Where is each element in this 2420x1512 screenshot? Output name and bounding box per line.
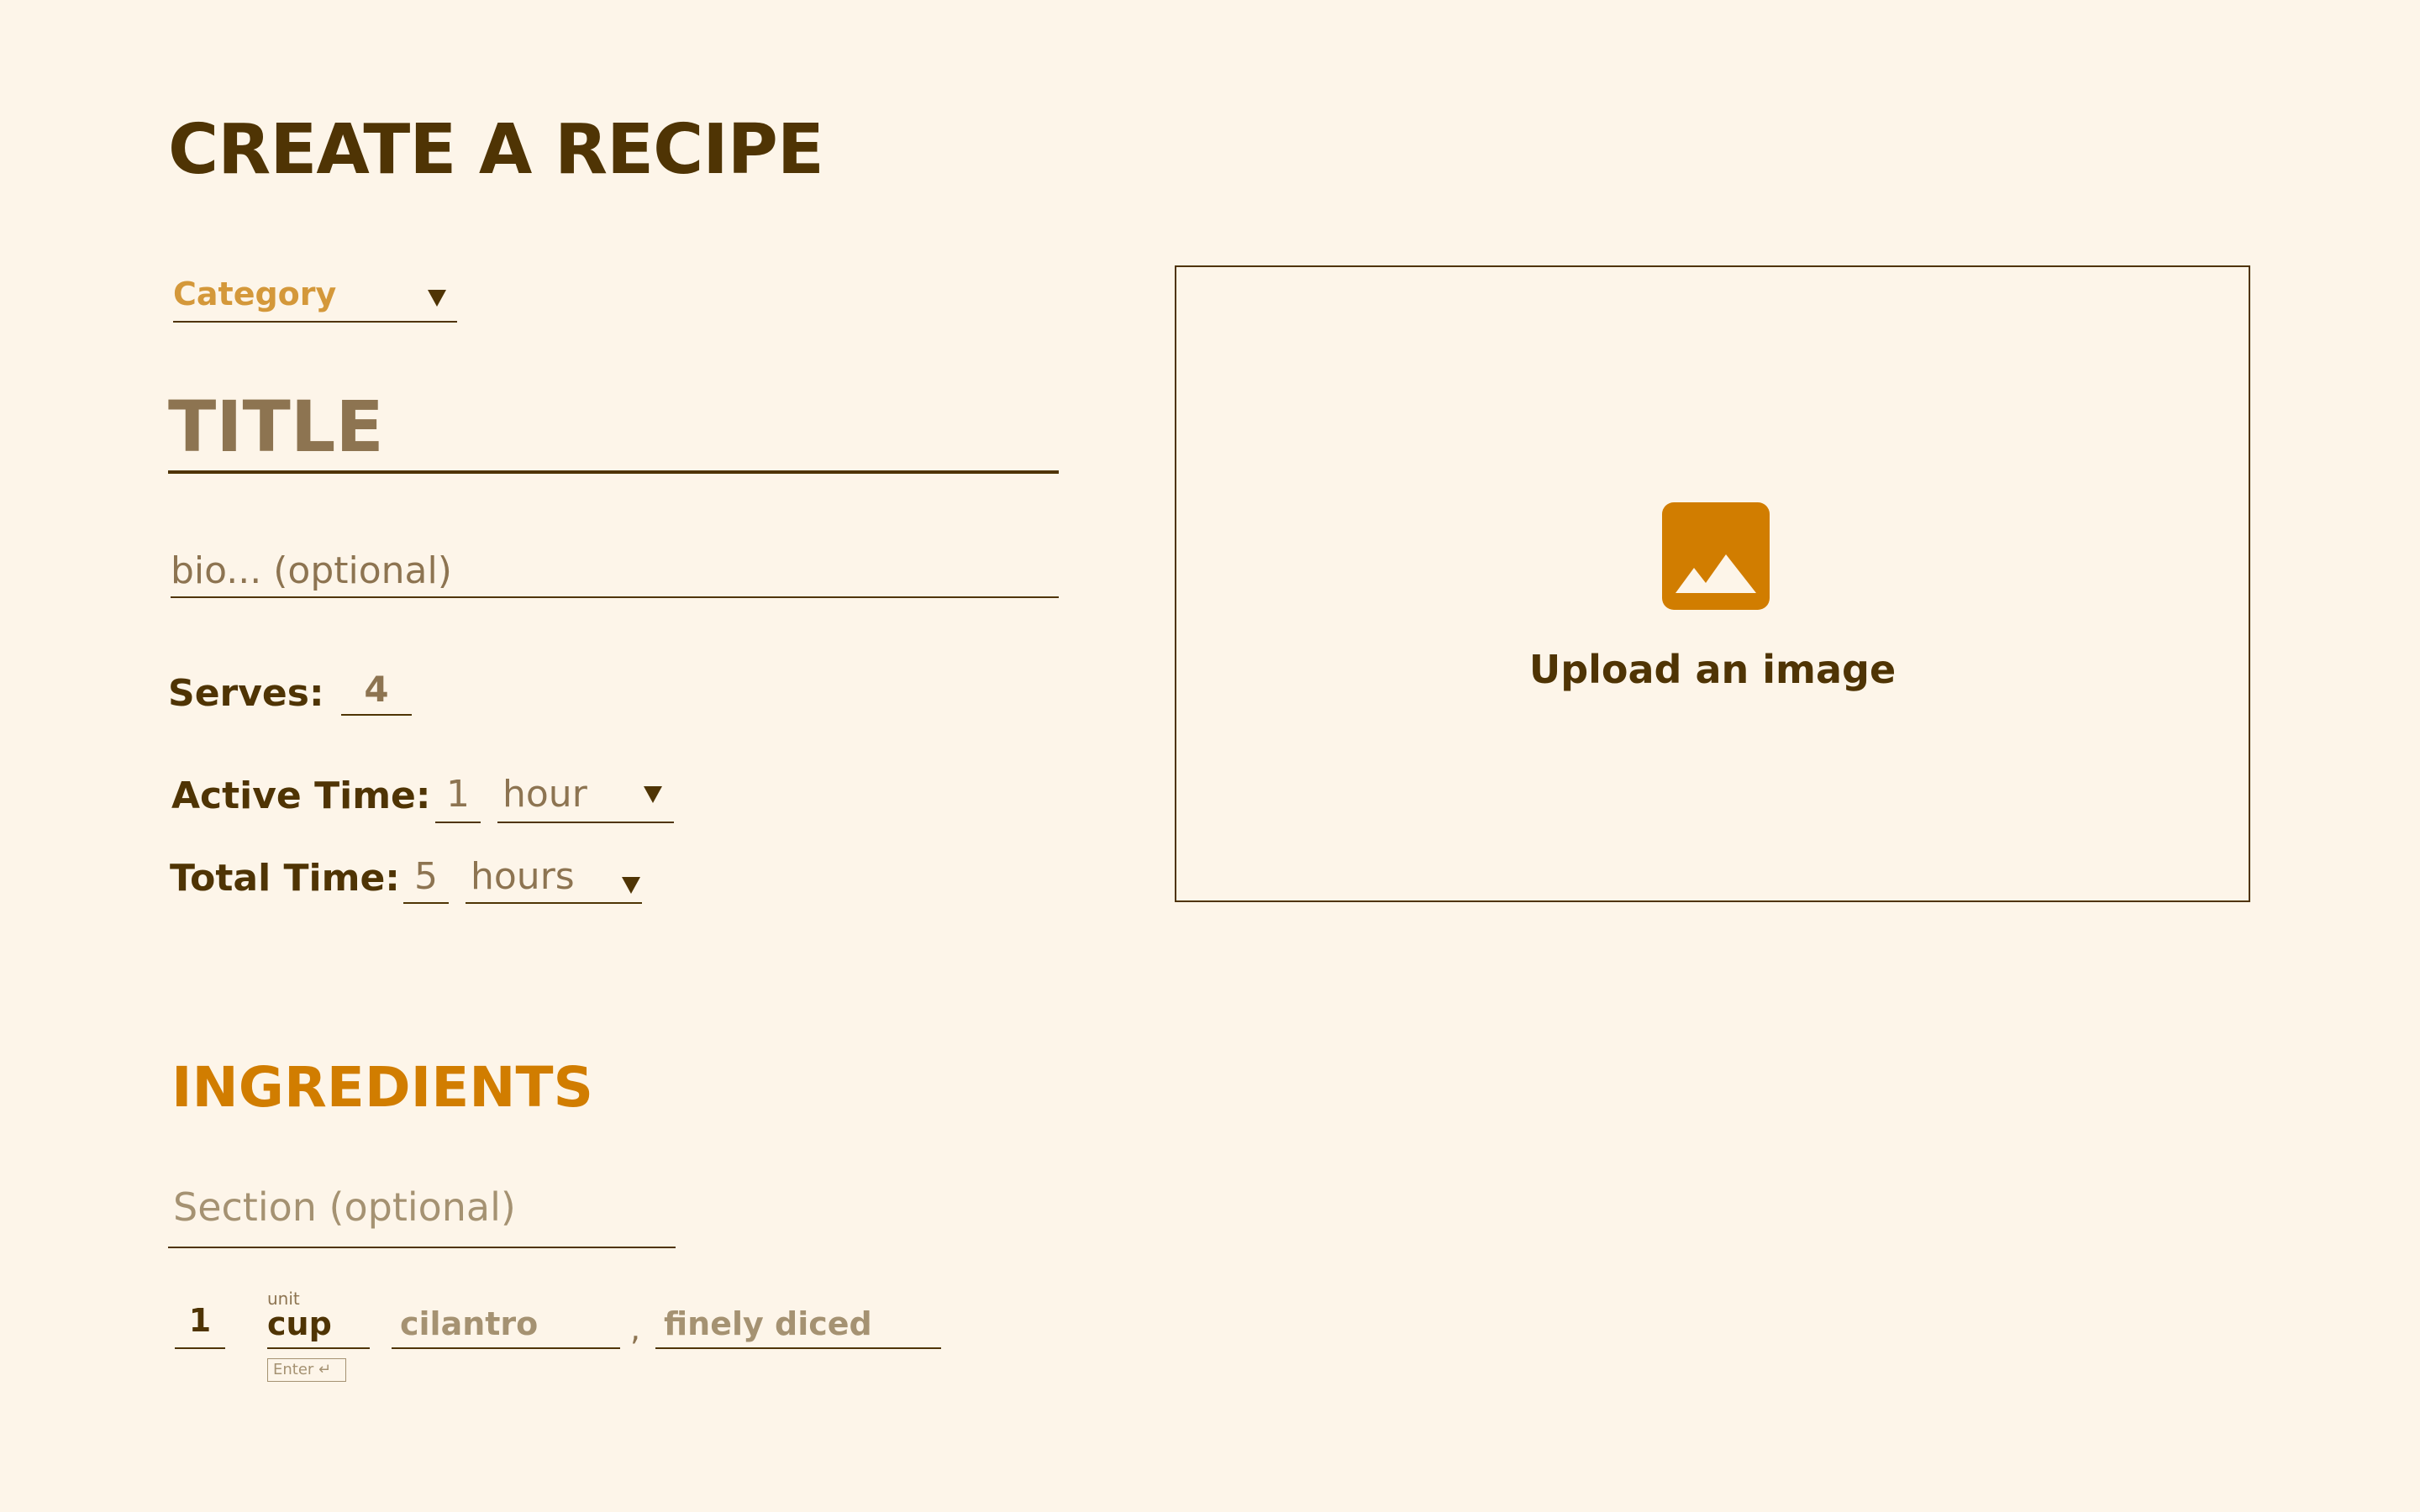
- category-placeholder: Category: [173, 276, 337, 312]
- ingredient-section-input[interactable]: Section (optional): [168, 1178, 676, 1248]
- page-title: CREATE A RECIPE: [168, 110, 824, 190]
- title-placeholder: TITLE: [168, 386, 384, 468]
- ingredient-name-placeholder: cilantro: [400, 1305, 539, 1342]
- total-time-label: Total Time:: [170, 857, 400, 900]
- ingredient-name-input[interactable]: cilantro: [392, 1305, 620, 1349]
- recipe-editor-page: CREATE A RECIPE Category TITLE bio... (o…: [0, 0, 2420, 1512]
- caret-down-icon: [644, 786, 662, 803]
- upload-image-label: Upload an image: [1528, 647, 1897, 692]
- ingredient-prep-placeholder: finely diced: [664, 1305, 872, 1342]
- ingredient-unit-input[interactable]: cup: [267, 1305, 370, 1349]
- ingredient-prep-input[interactable]: finely diced: [655, 1305, 941, 1349]
- active-time-unit-select[interactable]: hour: [497, 773, 674, 823]
- total-time-value-input[interactable]: 5: [403, 855, 449, 904]
- caret-down-icon: [428, 290, 446, 307]
- total-time-unit-select[interactable]: hours: [466, 855, 642, 904]
- ingredient-quantity-input[interactable]: 1: [175, 1302, 225, 1349]
- enter-key-hint: Enter ↵: [267, 1358, 346, 1382]
- serves-input[interactable]: 4: [341, 669, 412, 716]
- ingredient-separator: ,: [630, 1310, 641, 1347]
- section-placeholder: Section (optional): [173, 1184, 516, 1230]
- total-time-unit-value: hours: [471, 855, 575, 898]
- bio-input[interactable]: bio... (optional): [171, 546, 1059, 598]
- active-time-unit-value: hour: [502, 773, 587, 816]
- ingredients-heading: INGREDIENTS: [171, 1055, 594, 1120]
- image-icon: [1662, 502, 1770, 610]
- active-time-label: Active Time:: [171, 774, 431, 817]
- serves-label: Serves:: [168, 672, 324, 715]
- caret-down-icon: [622, 877, 640, 894]
- image-upload-dropzone[interactable]: Upload an image: [1175, 265, 2250, 902]
- title-input[interactable]: TITLE: [168, 388, 1059, 474]
- bio-placeholder: bio... (optional): [171, 549, 452, 592]
- category-select[interactable]: Category: [173, 274, 457, 323]
- active-time-value-input[interactable]: 1: [435, 773, 481, 823]
